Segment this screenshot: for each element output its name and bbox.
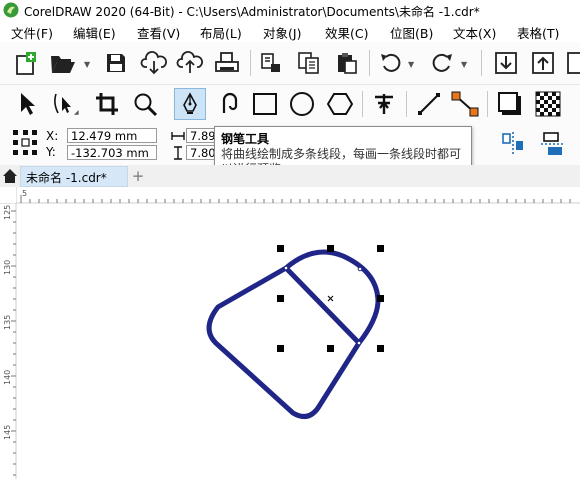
- connector-tool-icon[interactable]: [451, 91, 479, 117]
- y-position-field[interactable]: -132.703 mm: [67, 145, 157, 160]
- curve-node[interactable]: [357, 266, 363, 272]
- upload-cloud-icon[interactable]: [176, 51, 204, 75]
- y-label: Y:: [46, 145, 56, 159]
- toolbox: ◢: [0, 85, 580, 124]
- selection-handle[interactable]: [327, 245, 334, 252]
- selection-handle[interactable]: [277, 245, 284, 252]
- document-tab-label: 未命名 -1.cdr*: [26, 171, 107, 185]
- paste-icon[interactable]: [335, 51, 359, 75]
- title-bar: CorelDRAW 2020 (64-Bit) - C:\Users\Admin…: [0, 0, 580, 20]
- menu-file[interactable]: 文件(F): [11, 23, 53, 42]
- add-tab-button[interactable]: +: [129, 166, 147, 186]
- selection-handle[interactable]: [277, 345, 284, 352]
- undo-icon[interactable]: [379, 52, 403, 74]
- horizontal-ruler: [0, 187, 580, 203]
- selection-handle[interactable]: [277, 295, 284, 302]
- coreldraw-app-icon: [3, 2, 19, 18]
- menu-table[interactable]: 表格(T): [517, 23, 559, 42]
- selection-handle[interactable]: [377, 245, 384, 252]
- width-icon: [171, 132, 185, 140]
- export-icon[interactable]: [531, 51, 555, 75]
- menu-bitmaps[interactable]: 位图(B): [390, 23, 433, 42]
- menu-object[interactable]: 对象(J): [263, 23, 301, 42]
- save-icon[interactable]: [105, 52, 127, 74]
- redo-icon[interactable]: [430, 52, 454, 74]
- open-folder-icon[interactable]: [49, 53, 77, 75]
- selection-handle[interactable]: [377, 345, 384, 352]
- v-ruler-label: 140: [3, 370, 12, 385]
- window-title: CorelDRAW 2020 (64-Bit) - C:\Users\Admin…: [24, 5, 480, 19]
- ellipse-tool-icon[interactable]: [289, 91, 315, 117]
- height-icon: [174, 146, 182, 160]
- toolbar-separator: [250, 50, 251, 76]
- artistic-media-icon[interactable]: [218, 91, 242, 117]
- curve-node[interactable]: [283, 265, 289, 271]
- new-document-icon[interactable]: [13, 51, 39, 77]
- shape-flyout-arrow[interactable]: ◢: [74, 109, 79, 116]
- toolbar-separator: [481, 50, 482, 76]
- open-dropdown-arrow[interactable]: ▼: [84, 60, 90, 69]
- document-tab-bar: 未命名 -1.cdr* +: [0, 165, 580, 188]
- x-label: X:: [46, 129, 59, 143]
- line-tool-icon[interactable]: [416, 91, 442, 117]
- v-ruler-label: 125: [3, 205, 12, 220]
- shape-tool-icon[interactable]: [50, 91, 76, 117]
- menu-effects[interactable]: 效果(C): [325, 23, 368, 42]
- selection-handle[interactable]: [327, 345, 334, 352]
- toolbar-separator: [369, 50, 370, 76]
- reference-point-icon[interactable]: [12, 129, 38, 157]
- tooltip-title: 钢笔工具: [221, 132, 270, 146]
- drawing-canvas[interactable]: 5 125 130 135 140 145: [0, 187, 580, 479]
- pick-tool-icon[interactable]: [16, 91, 38, 117]
- ruler-origin[interactable]: [0, 187, 16, 203]
- v-ruler-label: 135: [3, 315, 12, 330]
- pen-tool-icon: [183, 92, 197, 114]
- cut-icon[interactable]: [259, 51, 283, 75]
- v-ruler-label: 130: [3, 260, 12, 275]
- download-cloud-icon[interactable]: [140, 51, 168, 75]
- menu-bar: 文件(F) 编辑(E) 查看(V) 布局(L) 对象(J) 效果(C) 位图(B…: [0, 20, 580, 42]
- pen-tool-button[interactable]: [174, 88, 206, 120]
- polygon-tool-icon[interactable]: [327, 91, 353, 117]
- v-ruler-label: 145: [3, 425, 12, 440]
- redo-dropdown-arrow[interactable]: ▼: [461, 60, 467, 69]
- zoom-tool-icon[interactable]: [132, 91, 158, 117]
- text-tool-icon[interactable]: [371, 91, 397, 117]
- menu-text[interactable]: 文本(X): [453, 23, 496, 42]
- rectangle-tool-icon[interactable]: [252, 92, 278, 116]
- arrange-icon[interactable]: [540, 131, 564, 157]
- curve-node[interactable]: [356, 340, 362, 346]
- import-icon[interactable]: [494, 51, 518, 75]
- transparency-icon[interactable]: [535, 91, 561, 117]
- toolbar-separator: [406, 91, 407, 117]
- print-icon[interactable]: [214, 51, 240, 75]
- toolbar-separator: [487, 91, 488, 117]
- toolbar-separator: [362, 91, 363, 117]
- undo-dropdown-arrow[interactable]: ▼: [408, 60, 414, 69]
- publish-pdf-icon[interactable]: [566, 51, 580, 75]
- document-tab[interactable]: 未命名 -1.cdr*: [20, 166, 128, 187]
- x-position-field[interactable]: 12.479 mm: [67, 128, 157, 143]
- standard-toolbar: ▼ ▼ ▼: [0, 42, 580, 85]
- selection-handle[interactable]: [377, 295, 384, 302]
- h-ruler-label: 5: [22, 189, 27, 198]
- drawn-curve[interactable]: [206, 249, 381, 420]
- selection-center-marker: [327, 295, 334, 302]
- menu-edit[interactable]: 编辑(E): [73, 23, 116, 42]
- align-distribute-icon[interactable]: [500, 131, 526, 157]
- drop-shadow-icon[interactable]: [497, 91, 523, 117]
- menu-view[interactable]: 查看(V): [137, 23, 180, 42]
- menu-layout[interactable]: 布局(L): [200, 23, 242, 42]
- copy-icon[interactable]: [297, 51, 321, 75]
- crop-tool-icon[interactable]: [94, 91, 120, 117]
- home-icon[interactable]: [0, 165, 20, 187]
